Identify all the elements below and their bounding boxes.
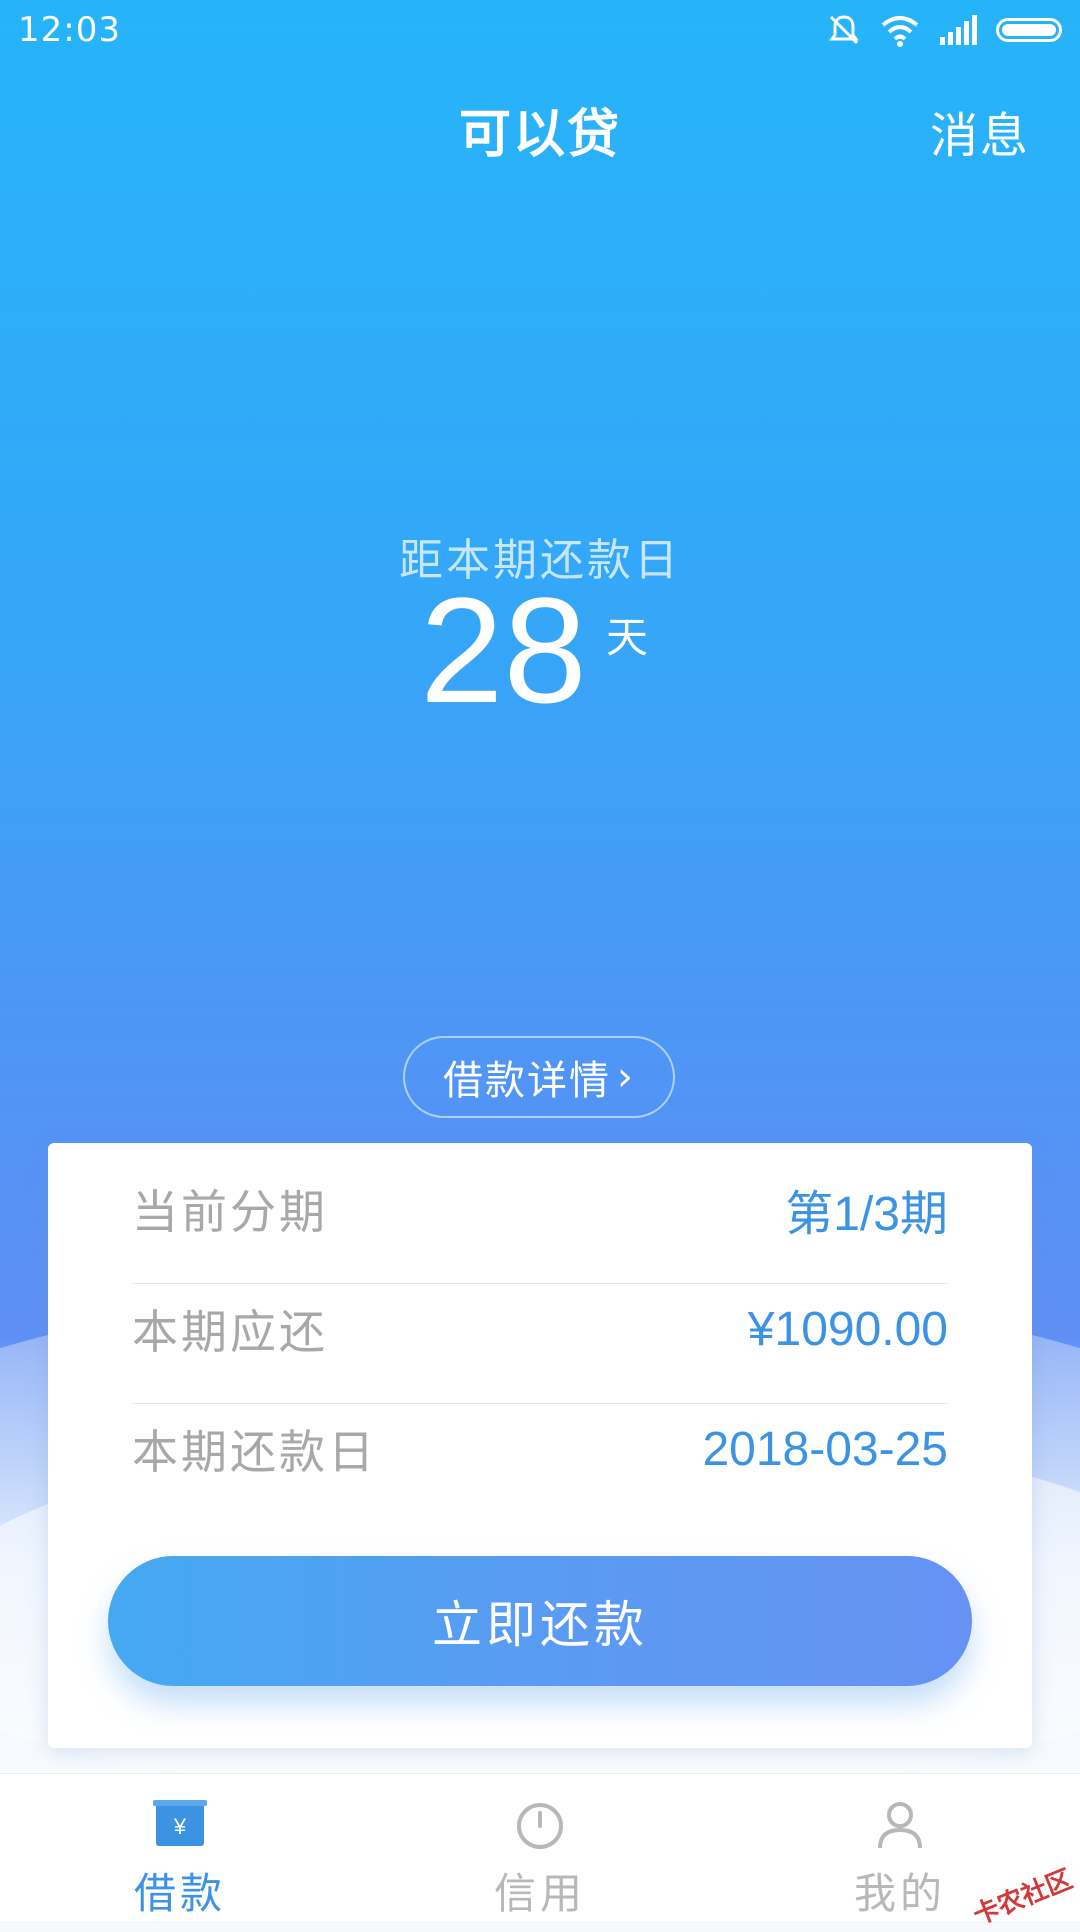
countdown-unit: 天 [606,613,649,662]
wifi-icon [881,16,919,47]
page-title: 可以贷 [458,105,621,165]
row-value: 2018-03-25 [702,1422,948,1476]
repay-now-button[interactable]: 立即还款 [108,1556,972,1686]
row-label: 本期应还 [132,1305,328,1359]
status-icons [826,10,1062,50]
loan-details-button[interactable]: 借款详情 › [403,1036,675,1118]
bottom-nav: ¥ 借款 信用 我的 [0,1773,1080,1921]
due-date-row: 本期还款日 2018-03-25 [132,1389,948,1509]
tab-loan-label: 借款 [133,1869,226,1918]
battery-icon [996,18,1062,42]
person-icon [878,1802,922,1849]
current-installment-row: 当前分期 第1/3期 [132,1149,948,1269]
mute-icon [829,15,859,45]
loan-details-label: 借款详情 [443,1058,611,1104]
gauge-icon [517,1803,563,1849]
loan-icon: ¥ [153,1800,207,1846]
svg-text:¥: ¥ [173,1814,187,1839]
repayment-card: 当前分期 第1/3期 本期应还 ¥1090.00 本期还款日 2018-03-2… [48,1143,1032,1748]
status-bar: 12:03 [0,0,1080,60]
row-value: ¥1090.00 [747,1302,948,1356]
row-label: 本期还款日 [132,1425,377,1479]
amount-due-row: 本期应还 ¥1090.00 [132,1269,948,1389]
tab-credit[interactable]: 信用 [360,1774,720,1921]
messages-link[interactable]: 消息 [930,96,1030,166]
status-time: 12:03 [18,10,121,50]
chevron-right-icon: › [617,1054,635,1100]
signal-icon [940,15,977,45]
tab-loan[interactable]: ¥ 借款 [0,1774,360,1921]
countdown-days: 28 [420,566,587,734]
tab-credit-label: 信用 [493,1869,586,1918]
row-value: 第1/3期 [785,1188,948,1241]
row-label: 当前分期 [132,1185,328,1239]
